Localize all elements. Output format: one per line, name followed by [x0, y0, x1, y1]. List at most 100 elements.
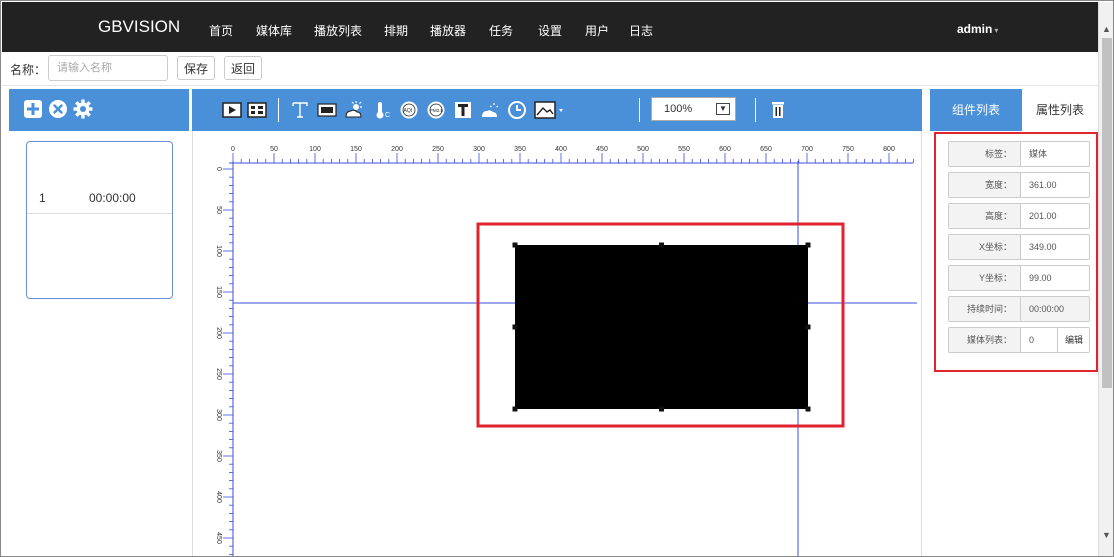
- ruler-tick-label: 550: [678, 146, 690, 153]
- slot-list: 1 00:00:00: [9, 131, 189, 556]
- ruler-tick-label: 350: [215, 450, 222, 462]
- tab-components[interactable]: 组件列表: [930, 89, 1022, 131]
- ruler-tick-label: 450: [215, 532, 222, 544]
- prop-width-row: 宽度： 361.00: [948, 172, 1090, 198]
- media-element[interactable]: [515, 245, 808, 409]
- nav-item-schedule[interactable]: 排期: [384, 22, 408, 39]
- humidity-icon[interactable]: [453, 100, 473, 120]
- caret-down-icon: ▾: [994, 26, 999, 35]
- name-input[interactable]: [48, 55, 168, 81]
- image-dropdown-icon[interactable]: [534, 100, 566, 120]
- prop-media-list-row: 媒体列表： 0 编辑: [948, 327, 1090, 353]
- nav-item-settings[interactable]: 设置: [538, 22, 562, 39]
- prop-key: 标签：: [949, 142, 1021, 166]
- prop-key: X坐标：: [949, 235, 1021, 259]
- scroll-down-icon[interactable]: ▼: [1102, 530, 1111, 540]
- ruler-tick-label: 650: [760, 146, 772, 153]
- prop-key: 持续时间：: [949, 297, 1021, 321]
- vertical-ruler: 0 50 100 150 200 250 300 350 400 450: [215, 161, 234, 556]
- design-canvas[interactable]: 0 50 100 150 200 250 300 350 400 450 500 550 600 650 7…: [192, 131, 922, 556]
- prop-duration-value: 00:00:00: [1029, 304, 1065, 314]
- trash-icon[interactable]: [768, 100, 788, 120]
- toolbar-separator: [278, 98, 279, 122]
- temperature-icon[interactable]: C: [372, 100, 392, 120]
- scroll-up-icon[interactable]: ▲: [1102, 24, 1111, 34]
- app-window: GBVISION 首页 媒体库 播放列表 排期 播放器 任务 设置 用户 日志 …: [0, 0, 1114, 557]
- prop-x-input[interactable]: 349.00: [1029, 235, 1057, 259]
- ruler-tick-label: 800: [883, 146, 895, 153]
- ruler-tick-label: 0: [231, 146, 235, 153]
- prop-width-input[interactable]: 361.00: [1029, 173, 1057, 197]
- chevron-down-icon: ▼: [716, 103, 730, 115]
- zoom-select[interactable]: 100% ▼: [651, 97, 736, 121]
- prop-key: 宽度：: [949, 173, 1021, 197]
- nav-item-logs[interactable]: 日志: [629, 22, 653, 39]
- image-grid-icon[interactable]: [247, 100, 267, 120]
- ruler-tick-label: 300: [473, 146, 485, 153]
- toolbar-separator: [755, 98, 756, 122]
- prop-x-row: X坐标： 349.00: [948, 234, 1090, 260]
- prop-key: 媒体列表：: [949, 328, 1021, 352]
- svg-text:AQI: AQI: [404, 108, 413, 114]
- add-icon[interactable]: [23, 99, 43, 119]
- prop-y-row: Y坐标： 99.00: [948, 265, 1090, 291]
- svg-text:PM2.5: PM2.5: [430, 108, 444, 113]
- weather-icon[interactable]: [344, 100, 364, 120]
- prop-duration-row: 持续时间： 00:00:00: [948, 296, 1090, 322]
- gear-icon[interactable]: [73, 99, 93, 119]
- save-button[interactable]: 保存: [177, 56, 216, 80]
- prop-label-input[interactable]: 媒体: [1029, 142, 1047, 166]
- slot-row[interactable]: 1 00:00:00: [27, 182, 172, 214]
- prop-y-input[interactable]: 99.00: [1029, 266, 1052, 290]
- user-menu[interactable]: admin ▾: [957, 22, 998, 36]
- ruler-tick-label: 600: [719, 146, 731, 153]
- weather-cloud-icon[interactable]: [480, 100, 500, 120]
- ruler-tick-label: 150: [350, 146, 362, 153]
- nav-item-home[interactable]: 首页: [209, 22, 233, 39]
- nav-item-playlist[interactable]: 播放列表: [314, 22, 362, 39]
- ruler-tick-label: 400: [555, 146, 567, 153]
- ruler-tick-label: 100: [215, 245, 222, 257]
- edit-button[interactable]: 编辑: [1057, 328, 1090, 352]
- nav-item-player[interactable]: 播放器: [430, 22, 466, 39]
- ruler-tick-label: 700: [801, 146, 813, 153]
- back-button[interactable]: 返回: [224, 56, 263, 80]
- toolbar-separator: [639, 98, 640, 122]
- slot-toolbar: [9, 89, 189, 131]
- prop-key: 高度：: [949, 204, 1021, 228]
- horizontal-ruler: 0 50 100 150 200 250 300 350 400 450 500 550 600 650 7…: [229, 146, 914, 164]
- name-bar: 名称： 保存 返回: [2, 52, 1098, 86]
- tab-properties[interactable]: 属性列表: [1022, 89, 1098, 131]
- ruler-tick-label: 350: [514, 146, 526, 153]
- svg-text:C: C: [385, 112, 390, 119]
- close-circle-icon[interactable]: [48, 99, 68, 119]
- nav-item-media-library[interactable]: 媒体库: [256, 22, 292, 39]
- video-icon[interactable]: [222, 100, 242, 120]
- ruler-tick-label: 300: [215, 409, 222, 421]
- page-scrollbar[interactable]: ▲ ▼: [1098, 2, 1113, 556]
- scrollbar-thumb[interactable]: [1102, 38, 1112, 388]
- brand-logo[interactable]: GBVISION: [98, 17, 180, 37]
- aqi-icon[interactable]: AQI: [399, 100, 419, 120]
- clock-digital-icon[interactable]: [317, 100, 337, 120]
- name-label: 名称：: [10, 63, 47, 77]
- ruler-tick-label: 450: [596, 146, 608, 153]
- prop-height-input[interactable]: 201.00: [1029, 204, 1057, 228]
- properties-panel: 标签： 媒体 宽度： 361.00 高度： 201.00 X坐标： 349.00…: [934, 132, 1098, 372]
- ruler-tick-label: 50: [215, 206, 222, 214]
- ruler-tick-label: 500: [637, 146, 649, 153]
- nav-item-task[interactable]: 任务: [489, 22, 513, 39]
- nav-item-users[interactable]: 用户: [585, 22, 609, 39]
- pm25-icon[interactable]: PM2.5: [426, 100, 446, 120]
- clock-icon[interactable]: [507, 100, 527, 120]
- text-icon[interactable]: [290, 100, 310, 120]
- ruler-tick-label: 200: [391, 146, 403, 153]
- slot-card[interactable]: 1 00:00:00: [26, 141, 173, 299]
- prop-key: Y坐标：: [949, 266, 1021, 290]
- ruler-tick-label: 250: [432, 146, 444, 153]
- ruler-tick-label: 0: [215, 167, 222, 171]
- ruler-tick-label: 200: [215, 327, 222, 339]
- ruler-tick-label: 750: [842, 146, 854, 153]
- slot-time: 00:00:00: [89, 191, 136, 205]
- prop-label-row: 标签： 媒体: [948, 141, 1090, 167]
